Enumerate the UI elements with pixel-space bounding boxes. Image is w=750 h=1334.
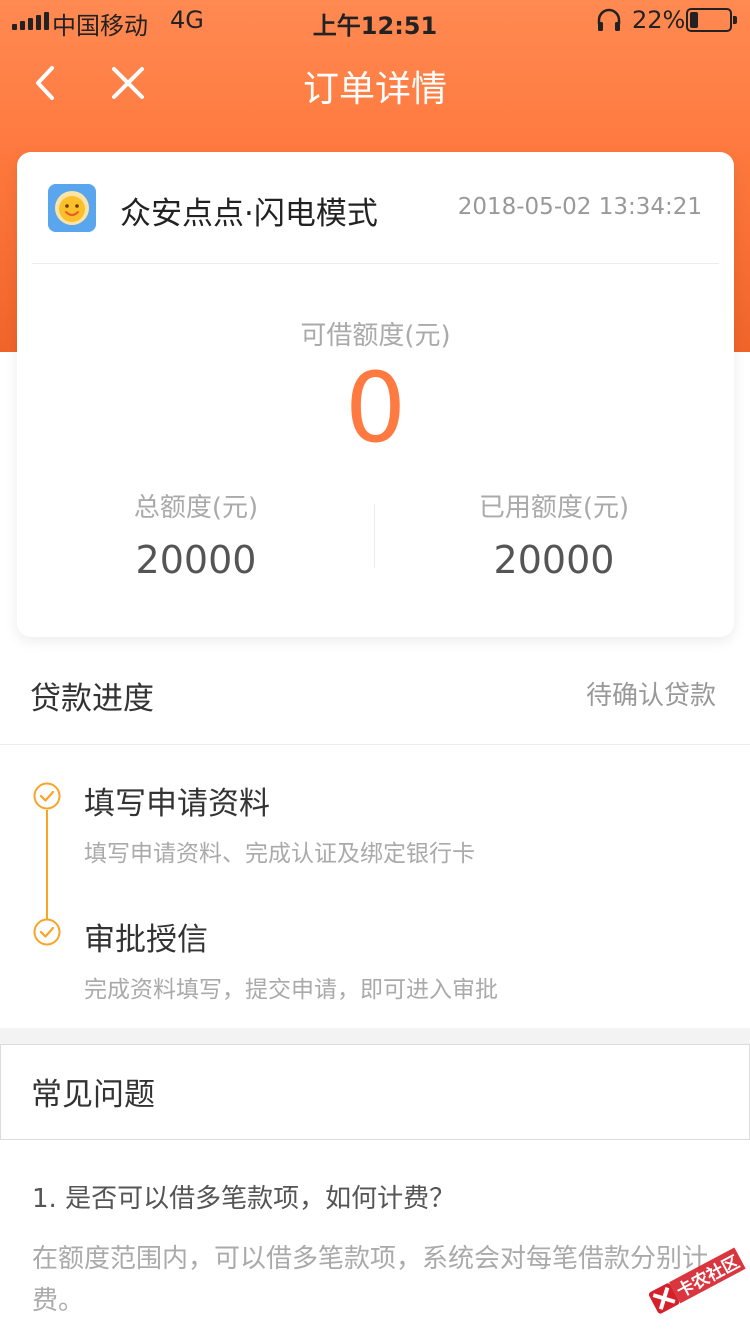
total-credit-label: 总额度(元)	[133, 493, 259, 523]
total-credit-value: 20000	[135, 538, 257, 582]
watermark-logo: 卡农社区	[648, 1247, 746, 1314]
progress-steps: 填写申请资料 填写申请资料、完成认证及绑定银行卡 审批授信 完成资料填写，提交申…	[0, 746, 750, 1028]
faq-question: 1. 是否可以借多笔款项，如何计费？	[32, 1184, 456, 1214]
headphone-icon	[597, 8, 621, 31]
section-gap	[0, 1028, 750, 1044]
section-title: 贷款进度	[30, 681, 154, 717]
app-logo	[48, 184, 96, 232]
progress-status: 待确认贷款	[585, 681, 716, 711]
used-credit-value: 20000	[493, 538, 615, 582]
section-title: 常见问题	[31, 1077, 155, 1113]
step-title: 填写申请资料	[84, 786, 270, 822]
product-name: 众安点点·闪电模式	[120, 196, 378, 232]
credit-summary-card: 众安点点·闪电模式 2018-05-02 13:34:21 可借额度(元) 0 …	[17, 152, 734, 637]
step-connector	[46, 810, 48, 930]
order-timestamp: 2018-05-02 13:34:21	[457, 194, 702, 220]
faq-header: 常见问题	[0, 1044, 750, 1140]
check-circle-icon	[33, 782, 61, 810]
step-title: 审批授信	[84, 922, 208, 958]
loan-progress-header: 贷款进度 待确认贷款	[0, 637, 750, 745]
step-description: 填写申请资料、完成认证及绑定银行卡	[84, 841, 475, 867]
used-credit: 已用额度(元) 20000	[375, 487, 733, 582]
used-credit-label: 已用额度(元)	[478, 493, 630, 523]
page-title: 订单详情	[302, 69, 447, 110]
step-description: 完成资料填写，提交申请，即可进入审批	[84, 977, 498, 1003]
available-credit-label: 可借额度(元)	[300, 321, 451, 351]
divider	[32, 263, 719, 264]
navigation-bar: 订单详情	[0, 40, 750, 128]
smiley-logo-icon	[48, 184, 96, 232]
battery-percent: 22%	[632, 6, 686, 34]
status-bar: 中国移动 4G 上午12:51 22%	[0, 0, 750, 40]
battery-icon	[686, 8, 737, 32]
available-credit-value: 0	[344, 352, 407, 464]
check-circle-icon	[33, 918, 61, 946]
total-credit: 总额度(元) 20000	[17, 487, 375, 582]
faq-answer: 在额度范围内，可以借多笔款项，系统会对每笔借款分别计费。	[32, 1244, 709, 1316]
